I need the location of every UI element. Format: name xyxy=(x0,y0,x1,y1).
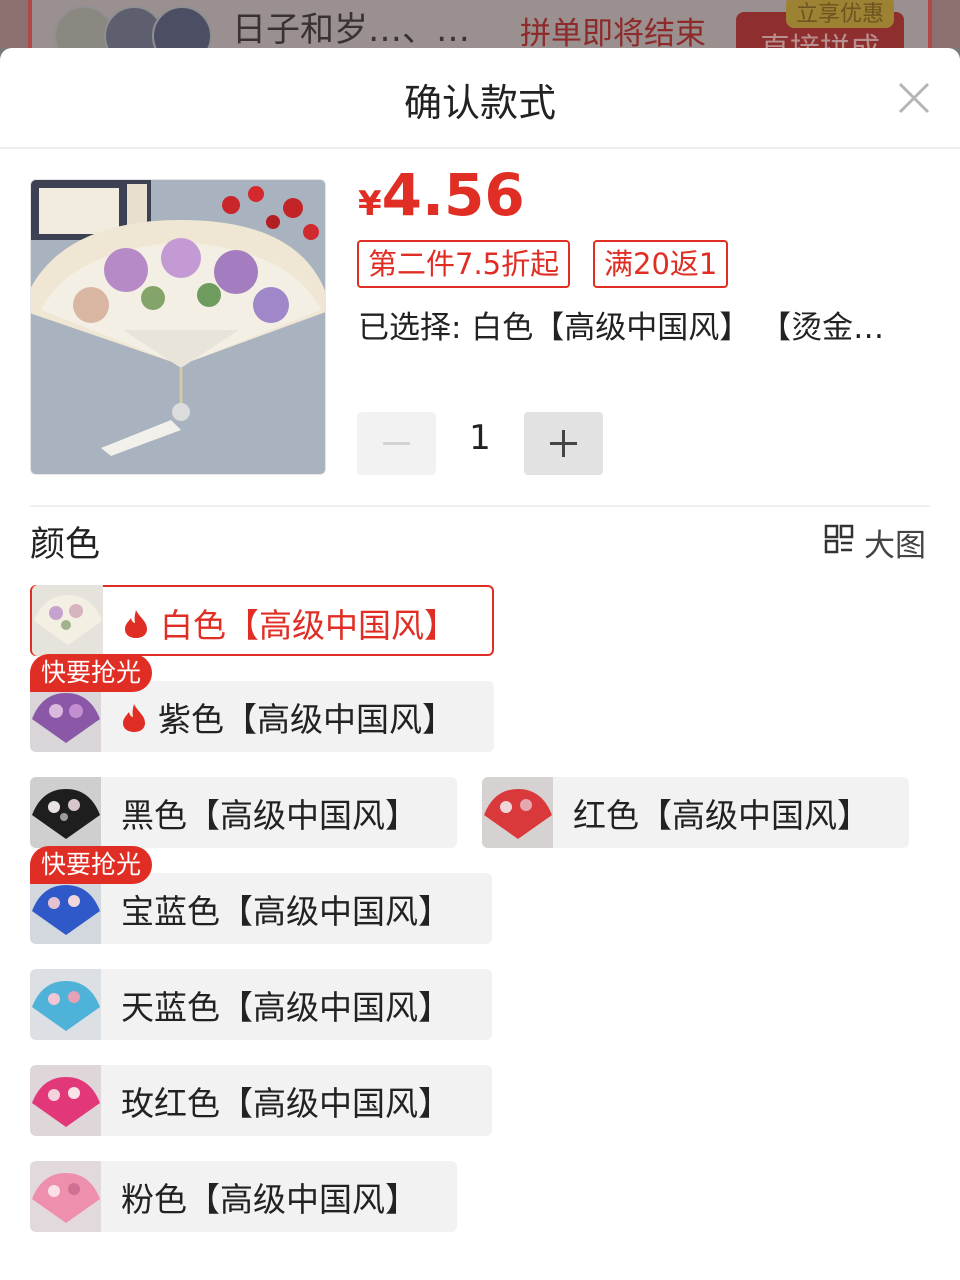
low-stock-badge: 快要抢光 xyxy=(30,654,153,692)
fire-icon xyxy=(123,704,145,732)
option-label: 玫红色【高级中国风】 xyxy=(121,1084,451,1123)
confirm-style-sheet: 确认款式 ¥4.56 第二件7.5折起 满20返1 已选择: 白色【高级中国风】… xyxy=(0,48,960,1280)
low-stock-badge: 快要抢光 xyxy=(30,846,153,884)
big-picture-label: 大图 xyxy=(864,528,926,564)
currency-symbol: ¥ xyxy=(358,184,382,224)
price-value: 4.56 xyxy=(381,161,525,229)
close-icon[interactable] xyxy=(894,78,934,118)
option-label: 天蓝色【高级中国风】 xyxy=(121,988,451,1027)
option-rose-red[interactable]: 玫红色【高级中国风】 xyxy=(30,1065,492,1136)
divider xyxy=(30,505,930,507)
option-label: 粉色【高级中国风】 xyxy=(121,1180,418,1219)
option-thumbnail xyxy=(30,1065,101,1136)
promo-tag: 第二件7.5折起 xyxy=(357,240,571,288)
option-red[interactable]: 红色【高级中国风】 xyxy=(482,777,909,848)
product-image[interactable] xyxy=(30,179,326,475)
option-label: 黑色【高级中国风】 xyxy=(121,796,418,835)
promo-tag: 满20返1 xyxy=(593,240,729,288)
option-purple[interactable]: 快要抢光 紫色【高级中国风】 xyxy=(30,654,494,752)
quantity-value: 1 xyxy=(469,418,491,458)
selected-spec-text: 已选择: 白色【高级中国风】 【烫金… xyxy=(358,310,885,346)
price: ¥4.56 xyxy=(358,166,525,224)
background-page: 日子和岁…、… 拼单即将结束 直接拼成 立享优惠 xyxy=(0,0,960,48)
sheet-title: 确认款式 xyxy=(403,81,556,125)
option-pink[interactable]: 粉色【高级中国风】 xyxy=(30,1161,457,1232)
grid-icon xyxy=(824,524,854,554)
option-royal-blue[interactable]: 快要抢光 宝蓝色【高级中国风】 xyxy=(30,846,492,944)
quantity-decrease-button[interactable] xyxy=(357,412,436,475)
option-thumbnail xyxy=(30,777,101,848)
option-sky-blue[interactable]: 天蓝色【高级中国风】 xyxy=(30,969,492,1040)
option-thumbnail xyxy=(30,1161,101,1232)
option-label: 红色【高级中国风】 xyxy=(573,796,870,835)
option-black[interactable]: 黑色【高级中国风】 xyxy=(30,777,457,848)
divider xyxy=(0,147,960,149)
option-label: 白色【高级中国风】 xyxy=(160,606,457,645)
discount-badge: 立享优惠 xyxy=(786,0,895,28)
option-white[interactable]: 白色【高级中国风】 xyxy=(30,585,494,656)
option-thumbnail xyxy=(32,585,103,656)
option-label: 紫色【高级中国风】 xyxy=(158,700,455,739)
fire-icon xyxy=(125,610,147,638)
option-thumbnail xyxy=(30,969,101,1040)
quantity-increase-button[interactable] xyxy=(524,412,603,475)
group-username: 日子和岁…、… xyxy=(232,10,470,48)
group-ending-text: 拼单即将结束 xyxy=(520,16,706,48)
option-label: 宝蓝色【高级中国风】 xyxy=(121,892,451,931)
spec-section-label: 颜色 xyxy=(30,525,101,565)
option-thumbnail xyxy=(482,777,553,848)
